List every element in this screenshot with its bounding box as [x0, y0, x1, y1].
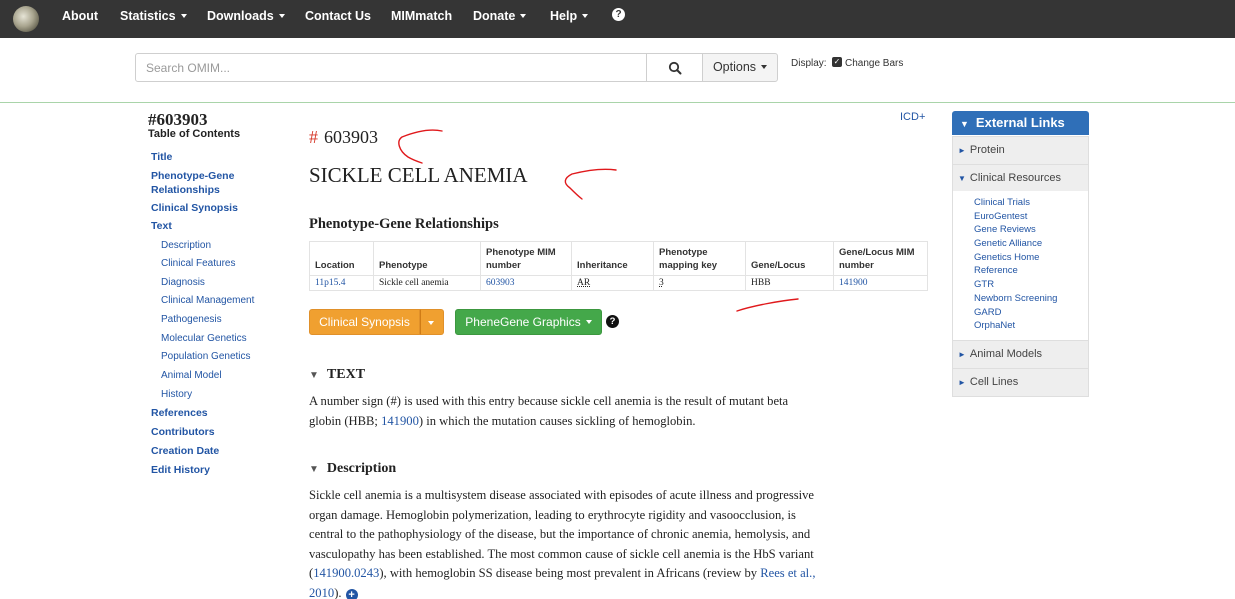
annotation-arrow-1	[398, 129, 443, 164]
annotation-underline	[736, 298, 799, 312]
annotation-arrow-2	[564, 168, 617, 200]
red-annotation-marks	[398, 129, 799, 312]
